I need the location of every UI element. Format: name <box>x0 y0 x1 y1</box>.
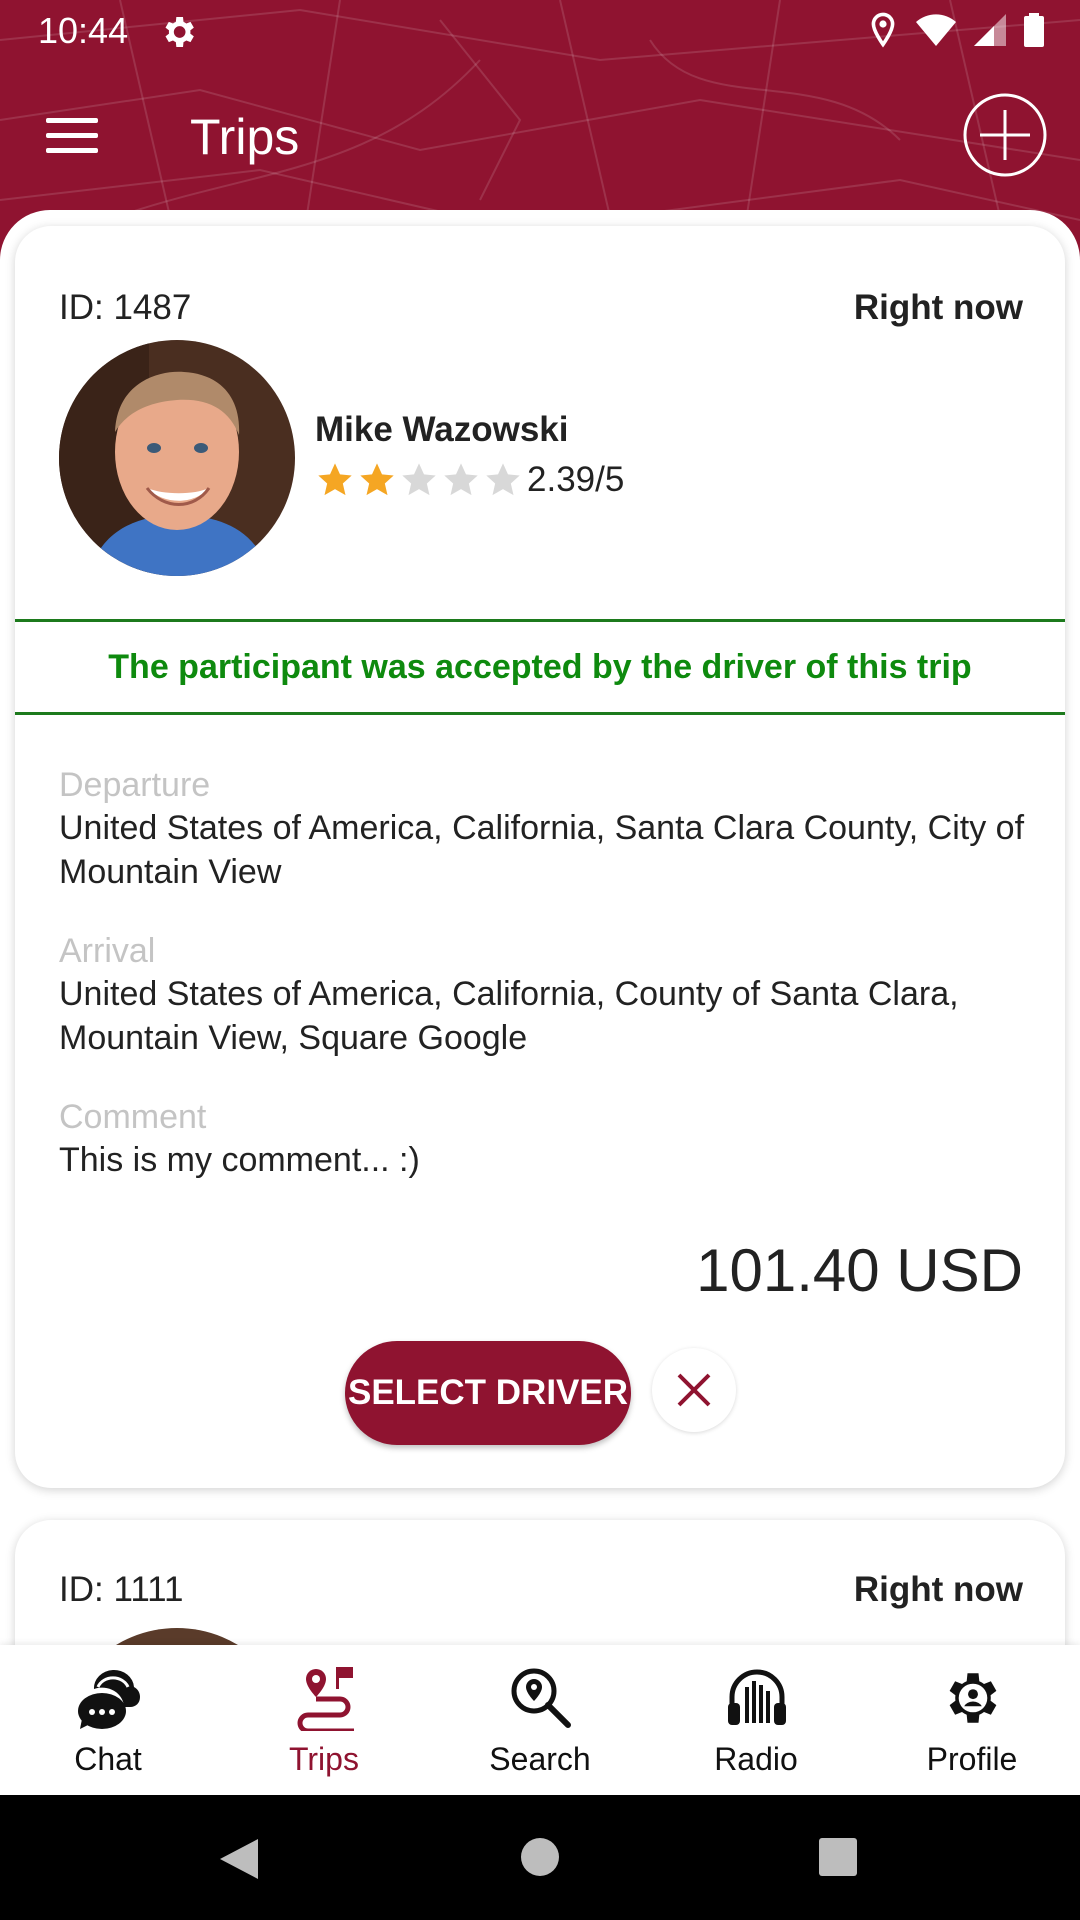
add-trip-button[interactable] <box>962 92 1048 178</box>
trip-id: ID: 1487 <box>59 288 192 327</box>
nav-search-label: Search <box>489 1741 591 1777</box>
arrival-value: United States of America, California, Co… <box>59 975 959 1057</box>
home-icon[interactable] <box>520 1837 560 1877</box>
chat-icon <box>78 1669 140 1729</box>
star-empty-icon <box>486 463 520 496</box>
radio-icon <box>728 1669 786 1725</box>
reject-button[interactable] <box>652 1348 736 1432</box>
trip-time: Right now <box>853 1570 1023 1609</box>
trips-icon <box>297 1667 354 1731</box>
trip-id: ID: 1111 <box>59 1570 184 1609</box>
battery-icon <box>1024 13 1044 47</box>
settings-icon <box>165 17 194 47</box>
wifi-icon <box>916 14 956 46</box>
trip-price: 101.40 USD <box>696 1237 1023 1304</box>
trip-time: Right now <box>853 288 1023 327</box>
search-icon <box>511 1668 571 1728</box>
nav-profile-label: Profile <box>926 1741 1018 1777</box>
trip-card[interactable]: ID: 1111 Right now <box>15 1520 1065 1645</box>
driver-name: Mike Wazowski <box>315 410 569 449</box>
status-banner: The participant was accepted by the driv… <box>15 619 1065 715</box>
system-navigation-bar <box>0 1795 1080 1920</box>
nav-search[interactable]: Search <box>432 1645 648 1795</box>
bottom-navigation: Chat Trips Search Radio Profile <box>0 1645 1080 1795</box>
nav-radio-label: Radio <box>714 1741 798 1777</box>
recents-icon[interactable] <box>818 1837 858 1877</box>
trips-list[interactable]: ID: 1487 Right now Mike Wazowski 2.39/5 … <box>0 210 1080 1645</box>
location-icon <box>871 12 895 48</box>
arrival-label: Arrival <box>59 932 156 970</box>
status-time: 10:44 <box>38 10 129 51</box>
star-empty-icon <box>402 463 436 496</box>
nav-trips[interactable]: Trips <box>216 1645 432 1795</box>
star-empty-icon <box>444 463 478 496</box>
status-text: The participant was accepted by the driv… <box>108 647 972 686</box>
comment-value: This is my comment... :) <box>59 1141 420 1179</box>
departure-label: Departure <box>59 766 211 804</box>
page-title: Trips <box>190 109 300 165</box>
menu-icon[interactable] <box>46 118 98 158</box>
star-filled-icon <box>360 463 394 496</box>
select-driver-button[interactable]: SELECT DRIVER <box>345 1341 631 1445</box>
trip-card[interactable]: ID: 1487 Right now Mike Wazowski 2.39/5 … <box>15 226 1065 1488</box>
star-filled-icon <box>318 463 352 496</box>
nav-radio[interactable]: Radio <box>648 1645 864 1795</box>
nav-profile[interactable]: Profile <box>864 1645 1080 1795</box>
profile-icon <box>949 1673 997 1723</box>
driver-avatar[interactable] <box>59 1628 295 1645</box>
signal-icon <box>974 14 1006 46</box>
rating-text: 2.39/5 <box>527 460 625 499</box>
comment-label: Comment <box>59 1098 207 1136</box>
back-icon[interactable] <box>218 1837 260 1881</box>
driver-avatar[interactable] <box>59 340 295 576</box>
nav-chat[interactable]: Chat <box>0 1645 216 1795</box>
driver-rating: 2.39/5 <box>315 460 624 500</box>
nav-trips-label: Trips <box>289 1741 359 1777</box>
close-icon <box>677 1373 711 1407</box>
departure-value: United States of America, California, Sa… <box>59 809 1025 891</box>
status-bar: 10:44 <box>0 0 1080 64</box>
nav-chat-label: Chat <box>74 1741 142 1777</box>
